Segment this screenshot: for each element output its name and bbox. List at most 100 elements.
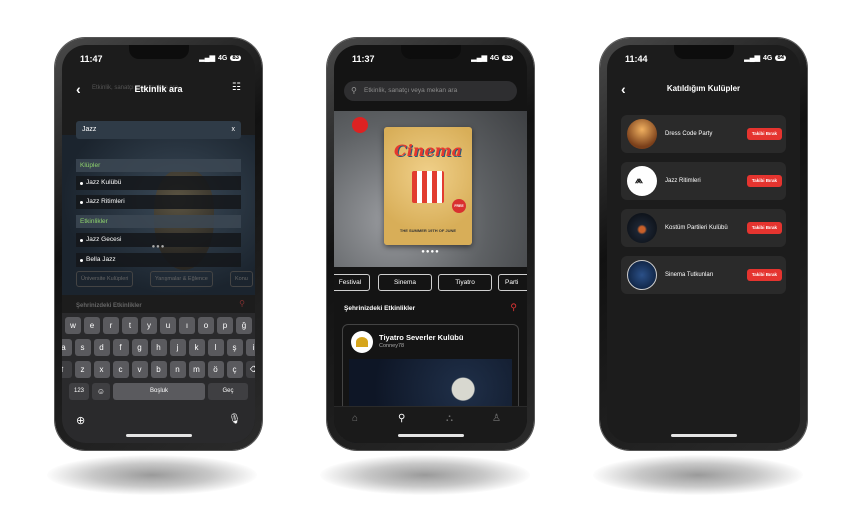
globe-icon[interactable]: ⊕ [76,414,85,427]
key[interactable]: u [160,317,176,334]
category-chip[interactable]: Festival [334,274,370,291]
tomato-image [352,117,368,133]
clear-icon[interactable]: x [232,121,236,139]
key[interactable]: d [93,339,110,356]
key[interactable]: p [217,317,233,334]
unfollow-button[interactable]: Takibi Bırak [746,128,782,140]
key[interactable]: y [141,317,157,334]
filter-icon[interactable]: ⚲ [510,302,517,313]
cinema-poster: Cinema FREE THE SUMMER 19TH OF JUNE [384,127,472,245]
search-icon[interactable]: ⚲ [398,413,405,424]
key[interactable]: r [103,317,119,334]
home-icon[interactable]: ⌂ [352,413,358,424]
club-avatar [627,213,657,243]
signal-icon: ▂▄▆ [199,55,215,62]
status-bar: 11:44 ▂▄▆ 4G 84 [607,45,800,69]
category-chip[interactable]: Sinema [378,274,432,291]
poster-subtitle: THE SUMMER 19TH OF JUNE [399,228,457,233]
key[interactable]: g [131,339,148,356]
backspace-icon[interactable]: ⌫ [245,361,255,378]
club-name: Kostüm Partileri Kulübü [665,225,728,231]
status-bar: 11:47 ▂▄▆ 4G 83 [62,45,255,69]
key[interactable]: x [93,361,110,378]
result-item[interactable]: Bella Jazz [76,253,241,267]
space-key[interactable]: Boşluk [113,383,205,400]
club-row[interactable]: Kostüm Partileri Kulübü Takibi Bırak [621,209,786,247]
go-key[interactable]: Geç [208,383,248,400]
popcorn-image [412,171,444,203]
club-owner: Conney78 [379,343,405,349]
home-indicator [125,434,192,437]
key[interactable]: b [150,361,167,378]
club-row[interactable]: Dress Code Party Takibi Bırak [621,115,786,153]
key[interactable]: o [198,317,214,334]
section-header-events: Etkinlikler [76,215,241,228]
key[interactable]: a [62,339,72,356]
category-chip[interactable]: Yarışmalar & Eğlence [150,271,213,287]
clock: 11:44 [625,54,648,64]
phone-shadow [593,455,803,495]
club-avatar [627,260,657,290]
key[interactable]: ğ [236,317,252,334]
key[interactable]: h [150,339,167,356]
club-name: Sinema Tutkunları [665,272,714,278]
key[interactable]: s [74,339,91,356]
search-placeholder: Etkinlik, sanatçı veya mekan ara [364,87,458,94]
numbers-key[interactable]: 123 [69,383,89,400]
key[interactable]: w [65,317,81,334]
key[interactable]: v [131,361,148,378]
key[interactable]: z [74,361,91,378]
key[interactable]: m [188,361,205,378]
category-chip[interactable]: Parti [498,274,527,291]
key[interactable]: i [245,339,255,356]
header: ‹ Etkinlik, sanatçı veya mekan ara Etkin… [62,77,255,101]
key[interactable]: j [169,339,186,356]
filter-icon[interactable]: ☷ [232,82,241,93]
shift-icon[interactable]: ⇧ [62,361,72,378]
club-name: Jazz Ritimleri [665,178,701,184]
unfollow-button[interactable]: Takibi Bırak [746,222,782,234]
result-item[interactable]: Jazz Kulübü [76,176,241,190]
screen: 11:44 ▂▄▆ 4G 84 ‹ Katıldığım Kulüpler Dr… [607,45,800,443]
header: ‹ Katıldığım Kulüpler [607,77,800,101]
result-item[interactable]: Jazz Ritimleri [76,195,241,209]
key[interactable]: l [207,339,224,356]
search-icon: ⚲ [351,86,357,95]
club-logo [351,331,373,353]
key[interactable]: f [112,339,129,356]
key[interactable]: ı [179,317,195,334]
key[interactable]: ö [207,361,224,378]
category-chip[interactable]: Üniversite Kulüpleri [76,271,134,287]
clock: 11:37 [352,54,375,64]
emoji-icon[interactable]: ☺ [92,383,110,400]
network-label: 4G [762,54,773,62]
clock: 11:47 [80,54,103,64]
key[interactable]: e [84,317,100,334]
unfollow-button[interactable]: Takibi Bırak [746,269,782,281]
key[interactable]: t [122,317,138,334]
carousel-dots: ●●●● [421,249,440,255]
category-chip[interactable]: Tiyatro [438,274,492,291]
microphone-icon[interactable]: 🎙︎ [228,414,241,425]
clubs-icon[interactable]: ⛬ [446,413,453,424]
key[interactable]: c [112,361,129,378]
club-row[interactable]: ⩕ Jazz Ritimleri Takibi Bırak [621,162,786,200]
featured-carousel[interactable]: Cinema FREE THE SUMMER 19TH OF JUNE ●●●● [334,111,527,267]
club-row[interactable]: Sinema Tutkunları Takibi Bırak [621,256,786,294]
filter-icon[interactable]: ⚲ [239,299,245,308]
key[interactable]: ş [226,339,243,356]
signal-icon: ▂▄▆ [471,55,487,62]
key[interactable]: ç [226,361,243,378]
unfollow-button[interactable]: Takibi Bırak [746,175,782,187]
battery-icon: 83 [502,55,513,61]
key[interactable]: k [188,339,205,356]
category-chip[interactable]: Konu [230,271,253,287]
phone-home: 11:37 ▂▄▆ 4G 83 ⚲ Etkinlik, sanatçı veya… [327,38,534,450]
profile-icon[interactable]: ♙ [492,413,501,424]
search-input[interactable]: ⚲ Etkinlik, sanatçı veya mekan ara [344,81,517,101]
home-indicator [397,434,464,437]
search-input[interactable]: Jazz x [76,121,241,139]
key[interactable]: n [169,361,186,378]
network-label: 4G [489,54,500,62]
battery-icon: 83 [230,55,241,61]
